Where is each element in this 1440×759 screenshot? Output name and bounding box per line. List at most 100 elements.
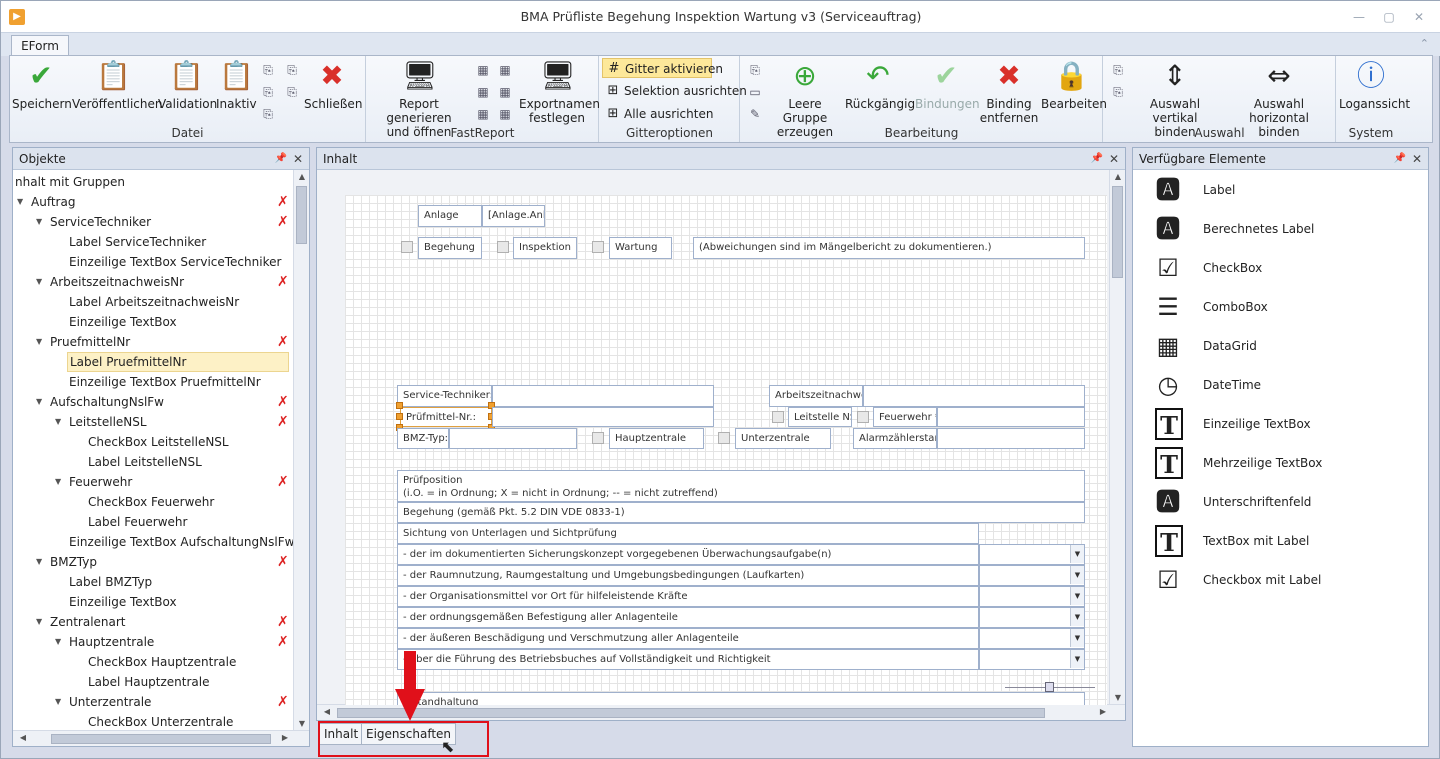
scroll-down-icon[interactable]: ▼ [1110, 693, 1126, 702]
techniker-field[interactable] [492, 385, 714, 407]
expand-arrow-icon[interactable]: ▼ [36, 212, 42, 232]
element-item[interactable]: 🅰 Label [1149, 174, 1419, 208]
pin-icon[interactable]: 📌 [275, 148, 287, 170]
pruef-row-combobox[interactable]: ▼ [979, 565, 1085, 586]
tree-item[interactable]: Hauptzentrale [67, 632, 154, 652]
scroll-left-icon[interactable]: ◀ [15, 733, 31, 742]
tree-item[interactable]: ServiceTechniker [48, 212, 151, 232]
pruef-row-combobox[interactable]: ▼ [979, 628, 1085, 649]
tree-item[interactable]: Einzeilige TextBox [67, 312, 177, 332]
pruefmittel-label[interactable]: Prüfmittel-Nr.: [400, 407, 492, 427]
begehung-punkt-label[interactable]: Begehung (gemäß Pkt. 5.2 DIN VDE 0833-1) [397, 502, 1085, 523]
dropdown-arrow-icon[interactable]: ▼ [1070, 587, 1084, 605]
element-item[interactable]: T Einzeilige TextBox [1149, 408, 1419, 442]
element-item[interactable]: ◷ DateTime [1149, 369, 1419, 403]
element-item[interactable]: T Mehrzeilige TextBox [1149, 447, 1419, 481]
element-item[interactable]: ▦ DataGrid [1149, 330, 1419, 364]
scroll-thumb[interactable] [51, 734, 271, 744]
pruef-row-label[interactable]: - der ordnungsgemäßen Befestigung aller … [397, 607, 979, 628]
loganssicht-button[interactable]: ⓘ Loganssicht [1339, 58, 1410, 111]
tree-item[interactable]: CheckBox Feuerwehr [86, 492, 214, 512]
scroll-left-icon[interactable]: ◀ [319, 707, 335, 716]
expand-arrow-icon[interactable]: ▼ [55, 692, 61, 712]
small-report-icon[interactable]: ▦ [475, 84, 491, 100]
inspektion-label[interactable]: Inspektion [513, 237, 577, 259]
expand-arrow-icon[interactable]: ▼ [17, 192, 23, 212]
close-icon[interactable]: ✕ [1109, 148, 1119, 170]
delete-icon[interactable]: ✗ [277, 632, 289, 652]
scroll-up-icon[interactable]: ▲ [294, 172, 310, 181]
tree-item[interactable]: Einzeilige TextBox [67, 592, 177, 612]
pruefposition-box[interactable]: Prüfposition (i.O. = in Ordnung; X = nic… [397, 470, 1085, 502]
leitstelle-label[interactable]: Leitstelle NS [788, 407, 852, 427]
expand-arrow-icon[interactable]: ▼ [36, 552, 42, 572]
inaktiv-button[interactable]: 📋 Inaktiv [216, 58, 257, 111]
selektion-ausrichten-button[interactable]: ⊞ Selektion ausrichten [602, 81, 747, 101]
selection-handle[interactable] [396, 402, 403, 409]
paste-icon[interactable]: ▭ [747, 84, 763, 100]
expand-arrow-icon[interactable]: ▼ [55, 632, 61, 652]
delete-icon[interactable]: ✗ [277, 692, 289, 712]
tree-item[interactable]: Einzeilige TextBox ServiceTechniker [67, 252, 281, 272]
delete-icon[interactable]: ✗ [277, 472, 289, 492]
tree-item[interactable]: CheckBox Unterzentrale [86, 712, 233, 726]
tree-item[interactable]: ArbeitszeitnachweisNr [48, 272, 184, 292]
pin-icon[interactable]: 📌 [1091, 148, 1103, 170]
sichtung-label[interactable]: Sichtung von Unterlagen und Sichtprüfung [397, 523, 979, 544]
bindungen-button[interactable]: ✔ Bindungen [915, 58, 980, 111]
element-item[interactable]: T TextBox mit Label [1149, 525, 1419, 559]
tree-item[interactable]: nhalt mit Gruppen [13, 172, 125, 192]
expand-arrow-icon[interactable]: ▼ [36, 332, 42, 352]
scroll-up-icon[interactable]: ▲ [1110, 172, 1126, 181]
tree-item[interactable]: Label ServiceTechniker [67, 232, 206, 252]
anlage-label[interactable]: Anlage [418, 205, 482, 227]
tree-item[interactable]: Auftrag [29, 192, 75, 212]
pruef-row-combobox[interactable]: ▼ [979, 586, 1085, 607]
scroll-thumb[interactable] [1112, 186, 1123, 278]
small-report-icon[interactable]: ▦ [497, 106, 513, 122]
tree-item[interactable]: CheckBox LeitstelleNSL [86, 432, 229, 452]
expand-arrow-icon[interactable]: ▼ [36, 612, 42, 632]
small-doc-icon[interactable]: ⎘ [284, 84, 300, 100]
tree-item[interactable]: Feuerwehr [67, 472, 132, 492]
dropdown-arrow-icon[interactable]: ▼ [1070, 608, 1084, 626]
pruef-row-label[interactable]: - der Organisationsmittel vor Ort für hi… [397, 586, 979, 607]
begehung-label[interactable]: Begehung [418, 237, 482, 259]
small-doc-icon[interactable]: ⎘ [284, 62, 300, 78]
veroeffentlichen-button[interactable]: 📋 Veröffentlichen [72, 58, 163, 111]
inhalt-vscroll[interactable]: ▲ ▼ [1109, 170, 1125, 704]
pruef-row-label[interactable]: - der Raumnutzung, Raumgestaltung und Um… [397, 565, 979, 586]
bearbeiten-button[interactable]: 🔒 Bearbeiten [1041, 58, 1107, 111]
small-report-icon[interactable]: ▦ [497, 62, 513, 78]
techniker-label[interactable]: Service-Techniker: [397, 385, 492, 407]
feuerwehr-checkbox[interactable] [857, 411, 869, 423]
binding-entfernen-button[interactable]: ✖ Binding entfernen [979, 58, 1039, 125]
close-icon[interactable]: ✕ [293, 148, 303, 170]
small-report-icon[interactable]: ▦ [497, 84, 513, 100]
small-doc-icon[interactable]: ⎘ [260, 84, 276, 100]
pruef-row-combobox[interactable]: ▼ [979, 649, 1085, 670]
tree-item[interactable]: Label Hauptzentrale [86, 672, 210, 692]
dropdown-arrow-icon[interactable]: ▼ [1070, 650, 1084, 668]
pruef-row-label[interactable]: - der im dokumentierten Sicherungskonzep… [397, 544, 979, 565]
select-icon[interactable]: ⎘ [1110, 84, 1126, 100]
close-icon[interactable]: ✕ [1412, 148, 1422, 170]
hinweis-label[interactable]: (Abweichungen sind im Mängelbericht zu d… [693, 237, 1085, 259]
small-doc-icon[interactable]: ⎘ [260, 62, 276, 78]
expand-arrow-icon[interactable]: ▼ [36, 392, 42, 412]
pruef-row-label[interactable]: - der äußeren Beschädigung und Verschmut… [397, 628, 979, 649]
delete-icon[interactable]: ✗ [277, 552, 289, 572]
hauptzentrale-checkbox[interactable] [592, 432, 604, 444]
expand-arrow-icon[interactable]: ▼ [55, 472, 61, 492]
gitter-aktivieren-button[interactable]: # Gitter aktivieren [602, 58, 723, 78]
dropdown-arrow-icon[interactable]: ▼ [1070, 566, 1084, 584]
tree-item[interactable]: Einzeilige TextBox AufschaltungNslFw [67, 532, 293, 552]
delete-icon[interactable]: ✗ [277, 272, 289, 292]
wartung-checkbox[interactable] [592, 241, 604, 253]
begehung-checkbox[interactable] [401, 241, 413, 253]
tree-item[interactable]: Label PruefmittelNr [67, 352, 289, 372]
tree-item[interactable]: Label Feuerwehr [86, 512, 187, 532]
rueckgaengig-button[interactable]: ↶ Rückgängig [845, 58, 915, 111]
validation-button[interactable]: 📋 Validation [158, 58, 217, 111]
tree-item[interactable]: Label ArbeitszeitnachweisNr [67, 292, 239, 312]
